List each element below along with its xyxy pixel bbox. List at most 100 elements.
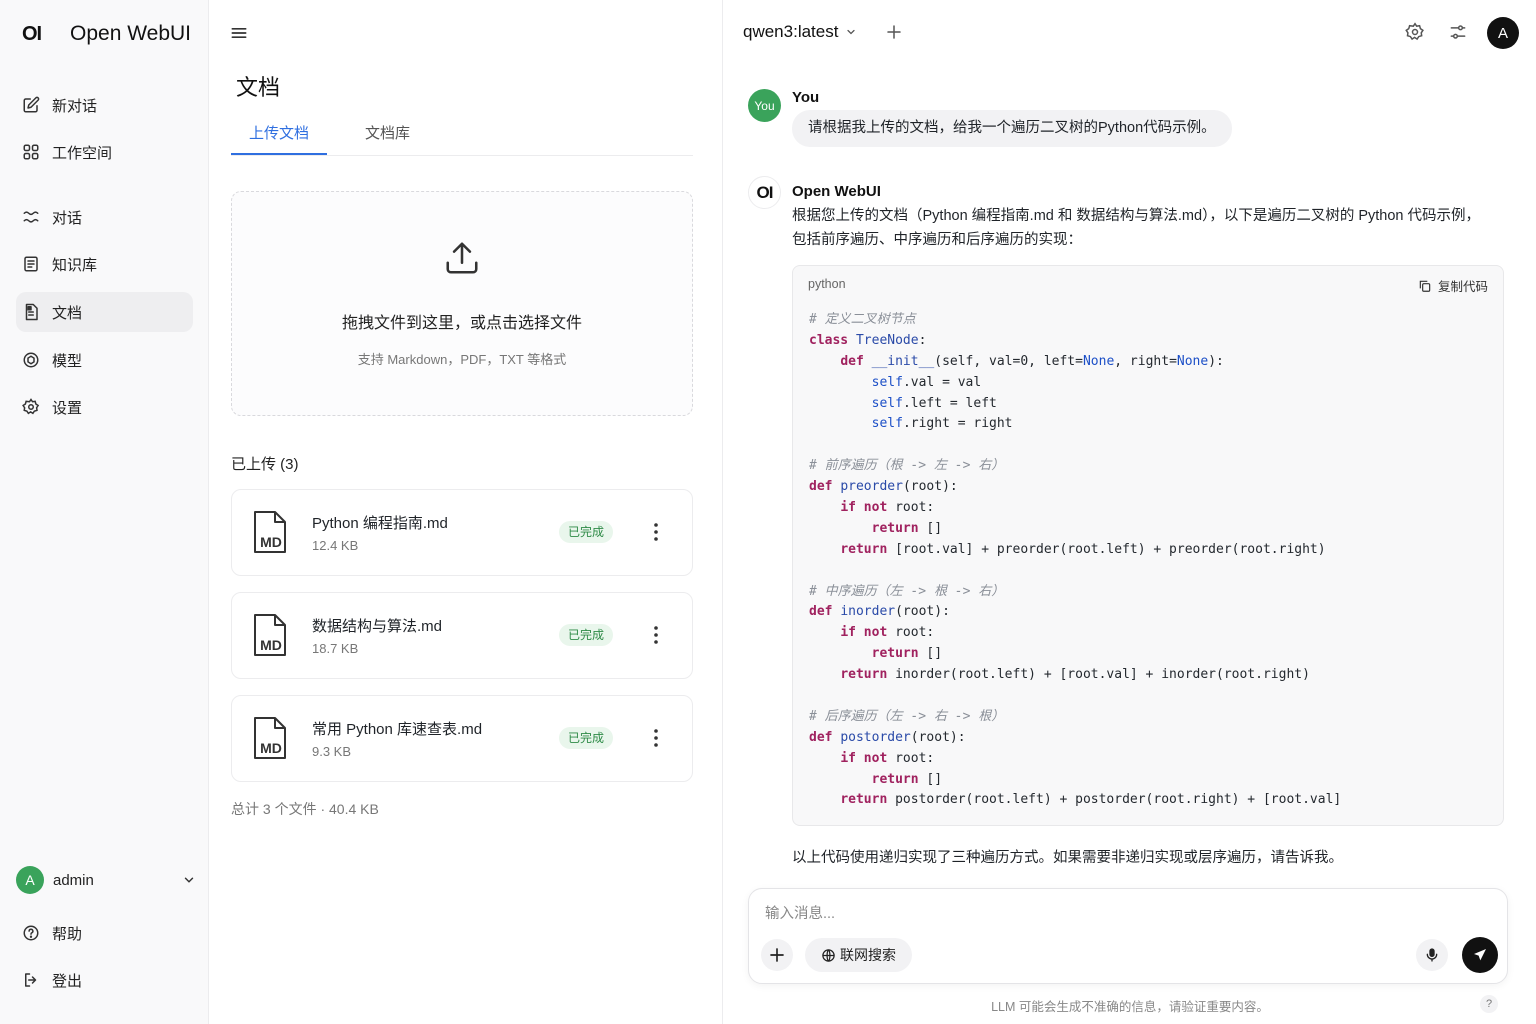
web-search-button[interactable]: 联网搜索 xyxy=(805,938,912,972)
file-name: 数据结构与算法.md xyxy=(312,618,443,635)
file-dropzone[interactable]: 拖拽文件到这里，或点击选择文件 支持 Markdown，PDF，TXT 等格式 xyxy=(231,191,693,416)
sidebar-item-logout[interactable]: 登出 xyxy=(16,960,193,1000)
files-total: 总计 3 个文件 · 40.4 KB xyxy=(231,801,379,817)
dropzone-hint: 支持 Markdown，PDF，TXT 等格式 xyxy=(357,352,567,367)
bot-avatar: OI xyxy=(748,176,781,209)
help-icon xyxy=(23,925,39,941)
svg-text:MD: MD xyxy=(260,534,282,550)
send-icon xyxy=(1474,949,1486,961)
file-size: 18.7 KB xyxy=(312,641,359,656)
sidebar-item-label: 新对话 xyxy=(52,97,98,115)
document-icon xyxy=(25,303,38,321)
sidebar-item-label: 模型 xyxy=(52,352,83,370)
sidebar-item-workspace[interactable]: 工作空间 xyxy=(16,132,193,172)
markdown-file-icon: MD xyxy=(254,717,286,759)
documents-panel: 文档 上传文档 文档库 拖拽文件到这里，或点击选择文件 支持 Markdown，… xyxy=(209,0,723,1024)
bot-message-intro: 根据您上传的文档（Python 编程指南.md 和 数据结构与算法.md），以下… xyxy=(792,204,1506,252)
sliders-icon[interactable] xyxy=(1448,22,1468,42)
chevron-down-icon xyxy=(184,877,194,883)
tab-library[interactable]: 文档库 xyxy=(365,122,410,143)
disclaimer-text: LLM 可能会生成不准确的信息，请验证重要内容。 xyxy=(991,1000,1269,1014)
sidebar-item-new-chat[interactable]: 新对话 xyxy=(16,85,193,125)
bot-intro-line: 包括前序遍历、中序遍历和后序遍历的实现： xyxy=(792,232,1082,248)
file-name: Python 编程指南.md xyxy=(312,515,448,532)
plus-icon xyxy=(770,948,784,962)
voice-input-button[interactable] xyxy=(1416,939,1448,971)
svg-text:MD: MD xyxy=(260,740,282,756)
sidebar-item-knowledge[interactable]: 知识库 xyxy=(16,244,193,284)
brand[interactable]: OI Open WebUI xyxy=(22,22,191,46)
sidebar-item-label: 登出 xyxy=(52,972,83,990)
send-button[interactable] xyxy=(1462,937,1498,973)
more-options-icon[interactable] xyxy=(644,623,668,647)
model-icon xyxy=(23,352,39,368)
code-content: # 定义二叉树节点 class TreeNode: def __init__(se… xyxy=(809,312,1342,808)
sidebar: OI Open WebUI 新对话 工作空间 对话 知识库 文档 模型 设置 A… xyxy=(0,0,209,1024)
sidebar-item-settings[interactable]: 设置 xyxy=(16,387,193,427)
gear-icon xyxy=(22,398,40,415)
add-model-icon[interactable] xyxy=(885,23,903,41)
copy-code-label: 复制代码 xyxy=(1437,280,1488,294)
knowledge-icon xyxy=(24,256,38,272)
markdown-file-icon: MD xyxy=(254,614,286,656)
chat-panel: qwen3:latest A You You 请根据我上传的文档，给我一个遍历二… xyxy=(724,0,1536,1024)
sidebar-item-label: 工作空间 xyxy=(52,144,113,162)
chats-icon xyxy=(23,211,39,223)
sidebar-item-help[interactable]: 帮助 xyxy=(16,913,193,953)
avatar: A xyxy=(16,866,44,894)
message-input[interactable] xyxy=(765,903,1465,925)
avatar[interactable]: A xyxy=(1487,17,1519,49)
bot-sender-name: Open WebUI xyxy=(792,183,881,200)
more-options-icon[interactable] xyxy=(644,726,668,750)
markdown-file-icon: MD xyxy=(254,511,286,553)
code-block: python 复制代码 # 定义二叉树节点 class TreeNode: def… xyxy=(792,265,1504,826)
file-size: 9.3 KB xyxy=(312,744,352,759)
bot-intro-line: 根据您上传的文档（Python 编程指南.md 和 数据结构与算法.md），以下… xyxy=(792,208,1481,224)
sidebar-item-label: 文档 xyxy=(52,304,83,322)
sidebar-item-models[interactable]: 模型 xyxy=(16,340,193,380)
list-item[interactable]: MD Python 编程指南.md 12.4 KB 已完成 xyxy=(231,489,693,576)
model-selector[interactable]: qwen3:latest xyxy=(743,22,857,42)
bot-message-footer: 以上代码使用递归实现了三种遍历方式。如果需要非递归实现或层序遍历，请告诉我。 xyxy=(792,850,1343,866)
brand-logo: OI xyxy=(22,22,42,45)
list-item[interactable]: MD 数据结构与算法.md 18.7 KB 已完成 xyxy=(231,592,693,679)
status-badge: 已完成 xyxy=(559,727,614,749)
copy-code-button[interactable]: 复制代码 xyxy=(1418,276,1488,295)
sidebar-item-label: 设置 xyxy=(52,399,83,417)
user-message-avatar: You xyxy=(748,89,781,122)
brand-name: Open WebUI xyxy=(70,22,192,45)
workspace-icon xyxy=(23,144,39,160)
sidebar-item-label: 知识库 xyxy=(52,256,98,274)
copy-icon xyxy=(1419,280,1431,292)
help-button[interactable]: ? xyxy=(1480,995,1498,1013)
page-title: 文档 xyxy=(236,75,281,100)
hamburger-menu-icon[interactable] xyxy=(229,22,249,44)
upload-icon xyxy=(446,242,478,274)
model-name: qwen3:latest xyxy=(743,22,839,41)
user-name: admin xyxy=(53,871,94,889)
sidebar-item-label: 帮助 xyxy=(52,925,83,943)
active-tab-indicator xyxy=(231,153,327,155)
microphone-icon xyxy=(1426,948,1438,962)
status-badge: 已完成 xyxy=(559,624,614,646)
more-options-icon[interactable] xyxy=(644,520,668,544)
user-menu[interactable]: A admin xyxy=(16,864,196,896)
sidebar-item-documents[interactable]: 文档 xyxy=(16,292,193,332)
status-badge: 已完成 xyxy=(559,521,614,543)
sidebar-item-chats[interactable]: 对话 xyxy=(16,197,193,237)
tab-upload[interactable]: 上传文档 xyxy=(249,122,309,143)
gear-icon[interactable] xyxy=(1405,22,1425,42)
user-sender-name: You xyxy=(792,89,820,106)
file-size: 12.4 KB xyxy=(312,538,359,553)
list-item[interactable]: MD 常用 Python 库速查表.md 9.3 KB 已完成 xyxy=(231,695,693,782)
code-language: python xyxy=(808,277,846,291)
new-chat-icon xyxy=(23,96,40,113)
logout-icon xyxy=(25,973,37,987)
file-name: 常用 Python 库速查表.md xyxy=(312,721,483,738)
user-message: 请根据我上传的文档，给我一个遍历二叉树的Python代码示例。 xyxy=(792,110,1232,147)
attach-button[interactable] xyxy=(761,939,793,971)
globe-icon xyxy=(822,948,835,962)
svg-text:MD: MD xyxy=(260,637,282,653)
message-composer: 联网搜索 xyxy=(748,888,1508,984)
sidebar-item-label: 对话 xyxy=(52,209,83,227)
